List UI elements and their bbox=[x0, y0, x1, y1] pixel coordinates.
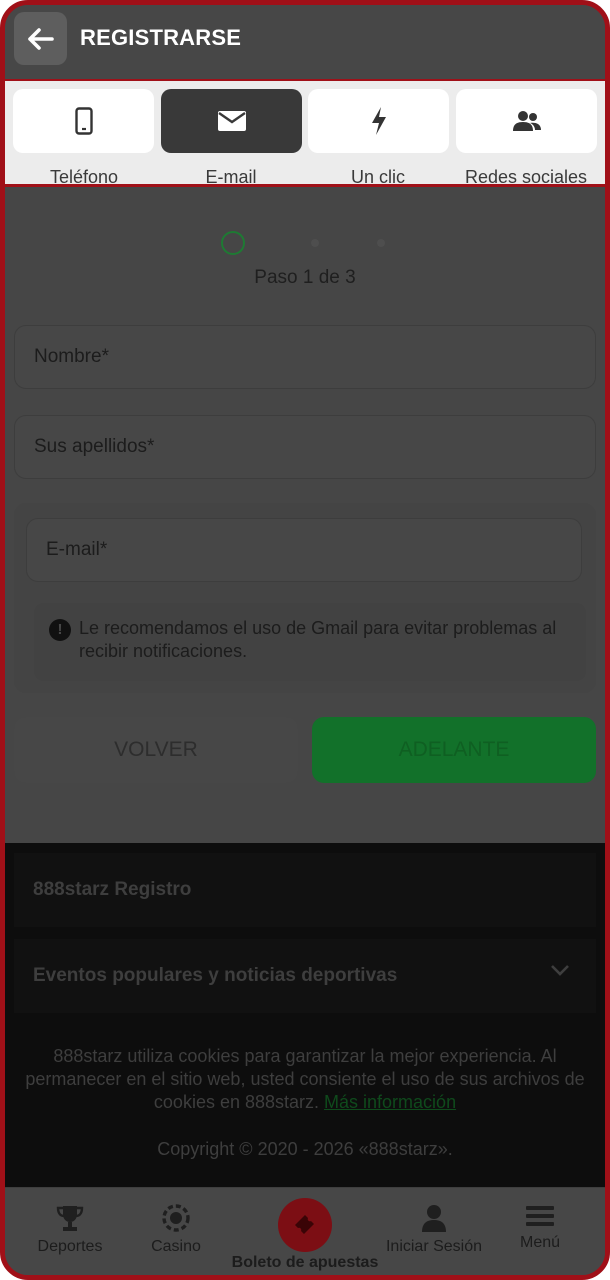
nav-login-label: Iniciar Sesión bbox=[385, 1238, 483, 1255]
tab-one-click[interactable] bbox=[308, 89, 449, 153]
nav-betslip[interactable]: Boleto de apuestas bbox=[227, 1188, 383, 1275]
tab-phone[interactable] bbox=[13, 89, 154, 153]
events-title: Eventos populares y noticias deportivas bbox=[33, 965, 398, 986]
page-title: REGISTRARSE bbox=[80, 25, 242, 50]
volver-button[interactable]: VOLVER bbox=[14, 717, 298, 783]
adelante-button[interactable]: ADELANTE bbox=[312, 717, 596, 783]
lightning-icon bbox=[371, 107, 386, 135]
step-indicator bbox=[5, 227, 605, 257]
bottom-nav: Deportes Casino Boleto de apuestas Inici… bbox=[5, 1187, 605, 1275]
app-frame: REGISTRARSE Teléfono E-mail Un clic Rede… bbox=[0, 0, 610, 1280]
nav-sports-label: Deportes bbox=[37, 1238, 103, 1255]
email-card: E-mail* ! Le recomendamos el uso de Gmai… bbox=[14, 503, 596, 693]
step-3-dot bbox=[377, 239, 385, 247]
step-text: Paso 1 de 3 bbox=[254, 267, 356, 288]
exclamation-icon: ! bbox=[49, 619, 71, 641]
tab-one-click-label: Un clic bbox=[350, 167, 405, 187]
events-section[interactable]: Eventos populares y noticias deportivas bbox=[14, 939, 596, 1013]
back-button[interactable] bbox=[14, 12, 67, 65]
nav-casino-label: Casino bbox=[151, 1238, 201, 1255]
nav-sports[interactable]: Deportes bbox=[27, 1188, 113, 1275]
cookies-notice: 888starz utiliza cookies para garantizar… bbox=[17, 1045, 593, 1114]
registration-form: Paso 1 de 3 Nombre* Sus apellidos* E-mai… bbox=[5, 187, 605, 843]
envelope-icon bbox=[217, 111, 246, 131]
tab-social-label: Redes sociales bbox=[464, 167, 588, 187]
trophy-icon bbox=[56, 1206, 84, 1231]
tab-social[interactable] bbox=[456, 89, 597, 153]
footer: 888starz Registro Eventos populares y no… bbox=[5, 843, 605, 1187]
top-bar: REGISTRARSE bbox=[5, 5, 605, 79]
registration-tabs: Teléfono E-mail Un clic Redes sociales bbox=[5, 79, 605, 187]
email-input[interactable]: E-mail* bbox=[26, 518, 582, 582]
tab-email-label: E-mail bbox=[205, 167, 257, 187]
tab-email[interactable] bbox=[161, 89, 302, 153]
registro-section[interactable]: 888starz Registro bbox=[14, 853, 596, 927]
nav-menu-label: Menú bbox=[519, 1234, 561, 1251]
tab-phone-label: Teléfono bbox=[49, 167, 119, 187]
nav-betslip-label: Boleto de apuestas bbox=[231, 1254, 379, 1271]
arrow-left-icon bbox=[27, 27, 54, 50]
copyright: Copyright © 2020 - 2026 «888starz». bbox=[157, 1139, 453, 1159]
last-name-input[interactable]: Sus apellidos* bbox=[14, 415, 596, 479]
notice-text: Le recomendamos el uso de Gmail para evi… bbox=[79, 618, 557, 661]
more-info-link[interactable]: Más información bbox=[324, 1092, 456, 1112]
hamburger-icon bbox=[526, 1206, 554, 1226]
users-icon bbox=[512, 111, 541, 131]
nav-menu[interactable]: Menú bbox=[509, 1188, 571, 1275]
step-1-dot bbox=[221, 231, 245, 255]
gmail-notice: ! Le recomendamos el uso de Gmail para e… bbox=[34, 603, 586, 681]
nav-casino[interactable]: Casino bbox=[141, 1188, 211, 1275]
chevron-down-icon bbox=[551, 965, 569, 976]
phone-icon bbox=[74, 107, 93, 135]
nav-login[interactable]: Iniciar Sesión bbox=[381, 1188, 487, 1275]
user-icon bbox=[422, 1205, 446, 1232]
cookies-text: 888starz utiliza cookies para garantizar… bbox=[25, 1046, 585, 1112]
first-name-input[interactable]: Nombre* bbox=[14, 325, 596, 389]
step-2-dot bbox=[311, 239, 319, 247]
casino-chip-icon bbox=[162, 1204, 190, 1232]
